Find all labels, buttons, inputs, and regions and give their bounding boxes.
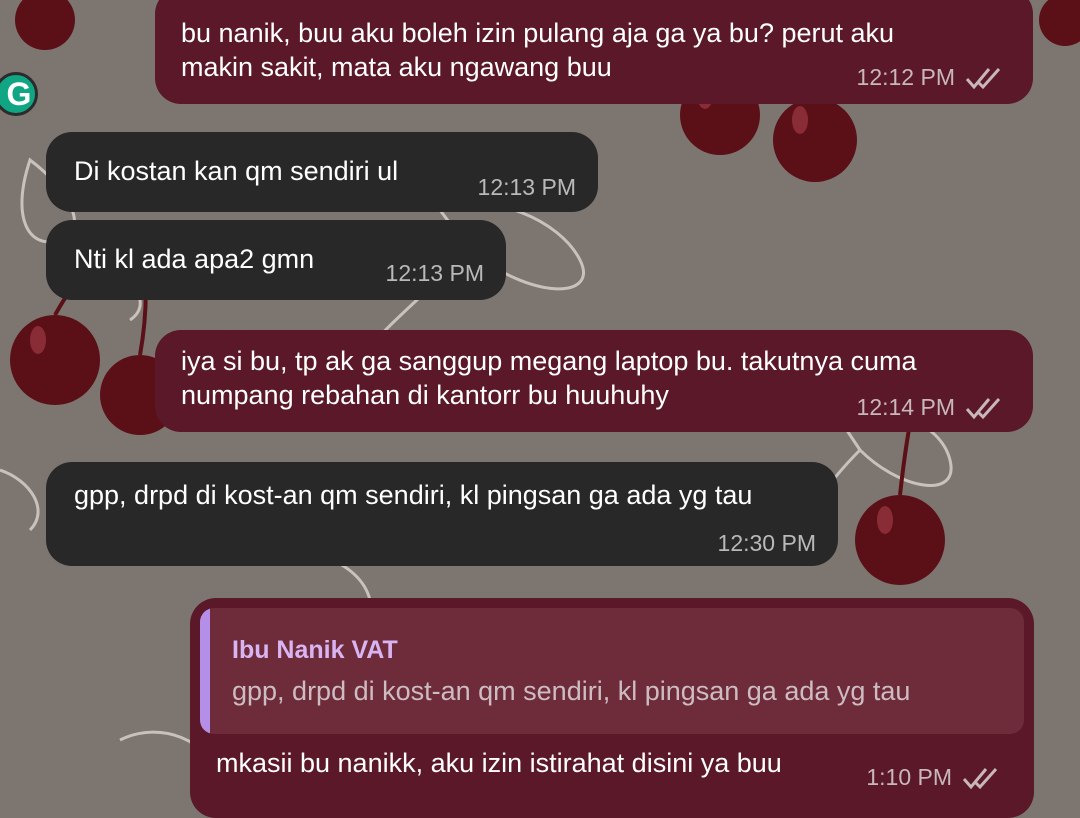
message-bubble-outgoing[interactable]: Ibu Nanik VAT gpp, drpd di kost-an qm se… bbox=[190, 598, 1034, 818]
message-text-line: gpp, drpd di kost-an qm sendiri, kl ping… bbox=[74, 480, 753, 510]
reply-quote[interactable]: Ibu Nanik VAT gpp, drpd di kost-an qm se… bbox=[200, 608, 1024, 734]
message-bubble-incoming[interactable]: Nti kl ada apa2 gmn 12:13 PM bbox=[46, 220, 506, 300]
message-timestamp: 12:30 PM bbox=[717, 530, 816, 556]
reply-quote-text: gpp, drpd di kost-an qm sendiri, kl ping… bbox=[232, 676, 911, 706]
message-bubble-outgoing[interactable]: bu nanik, buu aku boleh izin pulang aja … bbox=[155, 0, 1033, 104]
double-check-icon bbox=[965, 67, 1001, 89]
message-timestamp: 12:14 PM bbox=[856, 394, 955, 420]
message-timestamp: 12:13 PM bbox=[385, 260, 484, 286]
message-text-line: makin sakit, mata aku ngawang buu bbox=[181, 52, 612, 82]
double-check-icon bbox=[965, 397, 1001, 419]
message-text-line: Di kostan kan qm sendiri ul bbox=[74, 156, 399, 186]
message-bubble-outgoing[interactable]: iya si bu, tp ak ga sanggup megang lapto… bbox=[155, 330, 1033, 432]
message-text-line: mkasii bu nanikk, aku izin istirahat dis… bbox=[216, 748, 782, 778]
message-text-line: bu nanik, buu aku boleh izin pulang aja … bbox=[181, 18, 895, 48]
message-text-line: iya si bu, tp ak ga sanggup megang lapto… bbox=[181, 346, 917, 376]
message-timestamp: 12:12 PM bbox=[856, 64, 955, 90]
message-text-line: Nti kl ada apa2 gmn bbox=[74, 244, 315, 274]
message-bubble-incoming[interactable]: Di kostan kan qm sendiri ul 12:13 PM bbox=[46, 132, 598, 212]
message-timestamp: 1:10 PM bbox=[866, 764, 952, 790]
message-text-line: numpang rebahan di kantorr bu huuhuhy bbox=[181, 380, 669, 410]
badge-letter: G bbox=[6, 75, 32, 112]
message-timestamp: 12:13 PM bbox=[477, 174, 576, 200]
message-bubble-incoming[interactable]: gpp, drpd di kost-an qm sendiri, kl ping… bbox=[46, 462, 838, 566]
reply-quote-accent-bar bbox=[200, 608, 210, 734]
reply-quote-author: Ibu Nanik VAT bbox=[232, 636, 398, 664]
